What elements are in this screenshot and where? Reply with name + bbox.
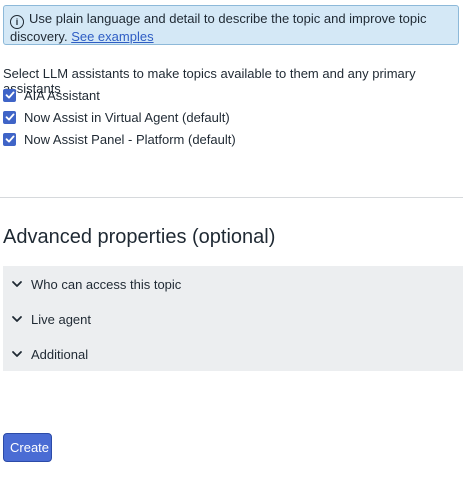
see-examples-link[interactable]: See examples [71, 29, 153, 44]
checkbox-checked-icon[interactable] [3, 110, 16, 124]
assistant-option-aia[interactable]: AIA Assistant [3, 86, 100, 104]
create-button[interactable]: Create [3, 433, 52, 462]
accordion-who-can-access[interactable]: Who can access this topic [11, 274, 181, 294]
checkbox-checked-icon[interactable] [3, 132, 16, 146]
assistant-option-label: Now Assist Panel - Platform (default) [24, 131, 236, 147]
accordion-label: Who can access this topic [31, 276, 182, 292]
assistant-option-virtual-agent[interactable]: Now Assist in Virtual Agent (default) [3, 108, 230, 126]
advanced-properties-heading: Advanced properties (optional) [3, 226, 276, 248]
accordion-label: Live agent [31, 311, 91, 327]
chevron-down-icon [11, 313, 23, 325]
accordion-live-agent[interactable]: Live agent [11, 309, 91, 329]
checkbox-checked-icon[interactable] [3, 88, 16, 102]
section-divider [0, 197, 463, 198]
chevron-down-icon [11, 348, 23, 360]
accordion-label: Additional [31, 346, 89, 362]
advanced-accordion: Who can access this topic Live agent Add… [3, 266, 463, 371]
assistant-option-label: Now Assist in Virtual Agent (default) [24, 109, 230, 125]
assistant-option-label: AIA Assistant [24, 87, 100, 103]
info-icon: i [10, 15, 24, 29]
info-banner: i Use plain language and detail to descri… [3, 5, 459, 45]
assistant-option-panel-platform[interactable]: Now Assist Panel - Platform (default) [3, 130, 236, 148]
accordion-additional[interactable]: Additional [11, 344, 88, 364]
chevron-down-icon [11, 278, 23, 290]
